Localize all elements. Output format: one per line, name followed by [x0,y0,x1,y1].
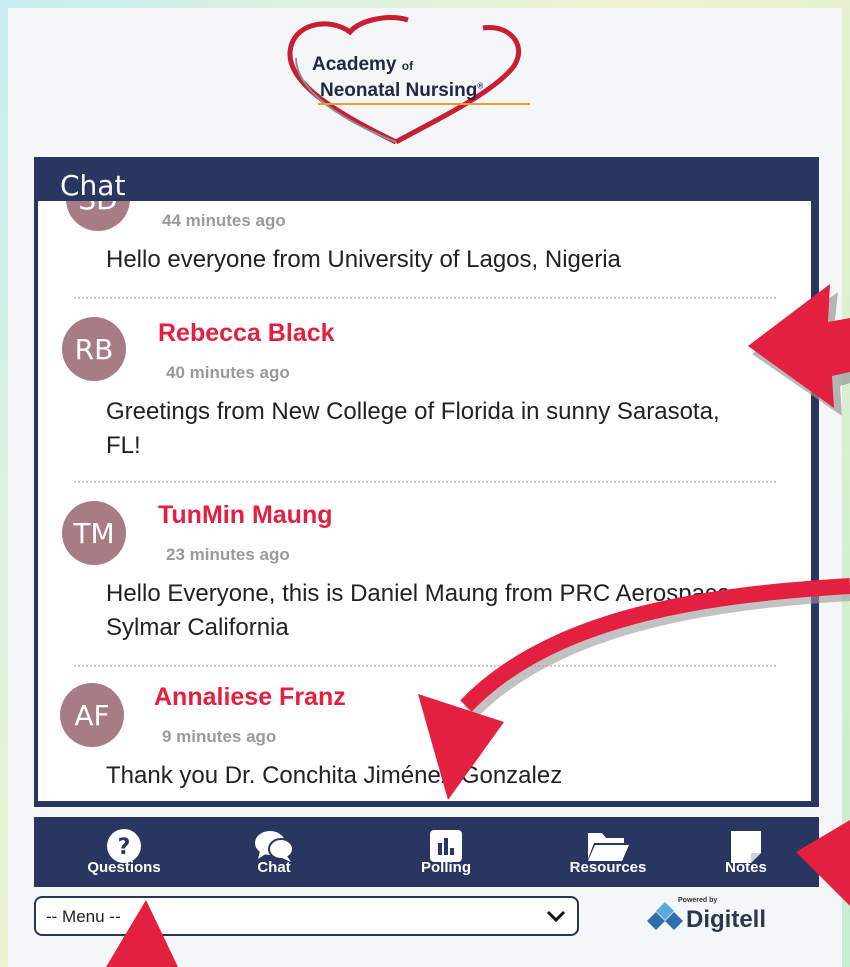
message-time: 9 minutes ago [162,727,277,746]
message-author[interactable]: TunMin Maung [158,501,333,530]
logo-academy: Academy of [312,54,413,76]
digitell-brand: Digitell [686,906,767,933]
nav-chat[interactable]: Chat [214,817,334,887]
chat-bubbles-icon [255,831,294,862]
chat-messages[interactable]: SD 44 minutes ago Hello everyone from Un… [38,201,811,801]
message-text: Hello everyone from University of Lagos,… [106,246,621,273]
menu-select[interactable]: -- Menu -- [34,896,579,936]
folder-icon [588,833,629,861]
bar-chart-icon [430,830,462,862]
digitell-logo-icon [647,902,683,930]
nav-label: Resources [569,859,647,876]
nav-label: Chat [257,859,291,876]
message-time: 40 minutes ago [166,363,290,382]
logo-neonatal: Neonatal Nursing® [320,80,483,102]
message-text: Hello Everyone, this is Daniel Maung fro… [106,580,737,641]
chat-panel: Chat SD 44 minutes ago Hello everyone fr… [34,157,819,807]
nav-resources[interactable]: Resources [548,817,668,887]
nav-label: Questions [87,859,161,876]
message-divider [74,665,776,667]
message-text: Thank you Dr. Conchita Jiménez-Gonzalez [106,762,563,789]
message-divider [74,481,776,483]
bottom-nav: ? Questions Chat Polling Resources Notes [34,817,819,887]
avatar: TM [62,501,126,565]
message-time: 44 minutes ago [162,211,286,230]
logo-underline [318,103,530,105]
nav-questions[interactable]: ? Questions [64,817,184,887]
chat-title: Chat [60,169,126,202]
nav-label: Notes [725,859,767,876]
powered-by-label: Powered by [678,897,718,904]
message-time: 23 minutes ago [166,545,290,564]
avatar: AF [60,683,124,747]
chevron-down-icon [546,910,566,923]
message-text: Greetings from New College of Florida in… [106,398,720,459]
message-author[interactable]: Rebecca Black [158,319,335,348]
nav-notes[interactable]: Notes [686,817,806,887]
avatar: RB [62,317,126,381]
menu-selected-value: -- Menu -- [46,907,121,926]
logo-registered: ® [477,81,484,91]
logo-of: of [401,59,414,73]
svg-text:?: ? [118,835,131,860]
message-author[interactable]: Annaliese Franz [154,683,346,712]
nav-polling[interactable]: Polling [386,817,506,887]
avatar: SD [66,201,130,231]
logo-line1: Academy [312,54,397,75]
nav-label: Polling [421,859,471,876]
logo-line2: Neonatal Nursing [320,80,478,101]
question-icon: ? [107,829,141,863]
message-divider [74,297,776,299]
